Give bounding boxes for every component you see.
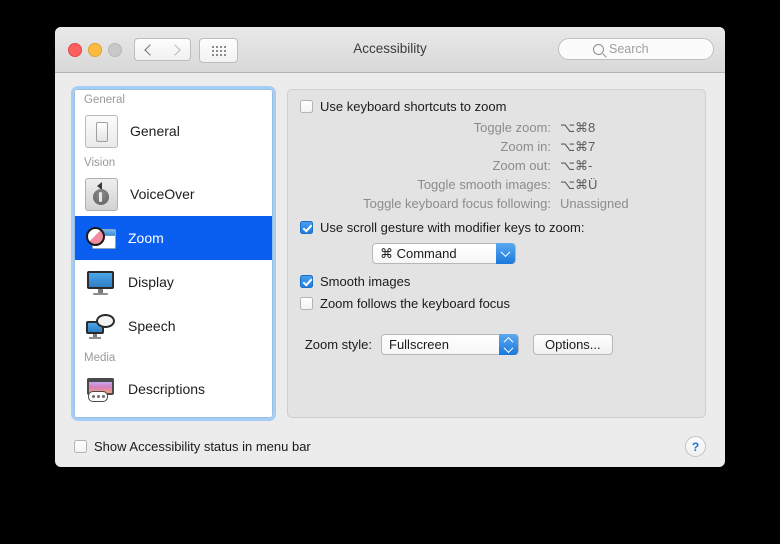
sidebar-item-descriptions[interactable]: Descriptions xyxy=(75,367,272,411)
sidebar-item-captions[interactable]: Captions xyxy=(75,411,272,419)
shortcut-row: Toggle zoom: ⌥⌘8 xyxy=(288,120,705,139)
zoom-magnifier-icon xyxy=(85,223,116,254)
zoom-follows-focus-checkbox[interactable] xyxy=(300,297,313,310)
captions-icon xyxy=(85,418,116,419)
shortcut-row: Zoom out: ⌥⌘- xyxy=(288,158,705,177)
sidebar-item-display[interactable]: Display xyxy=(75,260,272,304)
shortcuts-table: Toggle zoom: ⌥⌘8 Zoom in: ⌥⌘7 Zoom out: … xyxy=(288,120,705,215)
chevron-down-icon[interactable] xyxy=(496,243,515,264)
zoom-follows-focus-row[interactable]: Zoom follows the keyboard focus xyxy=(300,296,510,311)
preferences-window: Accessibility Search General General Vis… xyxy=(55,27,725,467)
shortcut-key: ⌥⌘7 xyxy=(560,139,596,154)
use-keyboard-shortcuts-label: Use keyboard shortcuts to zoom xyxy=(320,99,507,114)
chevron-up-down-icon[interactable] xyxy=(499,334,518,355)
shortcut-label: Zoom in: xyxy=(500,139,551,154)
help-button[interactable]: ? xyxy=(685,436,706,457)
scroll-gesture-checkbox[interactable] xyxy=(300,221,313,234)
descriptions-icon xyxy=(85,374,116,405)
use-keyboard-shortcuts-row[interactable]: Use keyboard shortcuts to zoom xyxy=(300,99,506,114)
show-status-checkbox[interactable] xyxy=(74,440,87,453)
zoom-settings-pane: Use keyboard shortcuts to zoom Toggle zo… xyxy=(287,89,706,418)
display-monitor-icon xyxy=(85,267,116,298)
search-input[interactable]: Search xyxy=(558,38,714,60)
shortcut-key: Unassigned xyxy=(560,196,629,211)
sidebar-item-label: General xyxy=(130,123,180,139)
sidebar[interactable]: General General Vision VoiceOver Zoom Di… xyxy=(74,89,273,418)
speech-bubble-icon xyxy=(85,311,116,342)
modifier-key-dropdown[interactable]: ⌘ Command xyxy=(372,243,516,264)
shortcut-key: ⌥⌘Ü xyxy=(560,177,598,192)
show-status-row[interactable]: Show Accessibility status in menu bar xyxy=(74,439,311,454)
sidebar-group-general: General xyxy=(84,94,125,106)
smooth-images-checkbox[interactable] xyxy=(300,275,313,288)
sidebar-item-label: Zoom xyxy=(128,230,164,246)
shortcut-row: Toggle smooth images: ⌥⌘Ü xyxy=(288,177,705,196)
shortcut-row: Zoom in: ⌥⌘7 xyxy=(288,139,705,158)
sidebar-focus-ring: General General Vision VoiceOver Zoom Di… xyxy=(74,89,273,418)
sidebar-item-speech[interactable]: Speech xyxy=(75,304,272,348)
sidebar-item-general[interactable]: General xyxy=(75,109,272,153)
zoom-style-value: Fullscreen xyxy=(389,337,449,352)
sidebar-item-label: Descriptions xyxy=(128,381,206,397)
sidebar-item-voiceover[interactable]: VoiceOver xyxy=(75,172,272,216)
shortcut-label: Zoom out: xyxy=(492,158,551,173)
zoom-follows-focus-label: Zoom follows the keyboard focus xyxy=(320,296,511,311)
shortcut-label: Toggle smooth images: xyxy=(417,177,551,192)
sidebar-item-label: VoiceOver xyxy=(130,186,195,202)
zoom-style-row: Zoom style: Fullscreen Options... xyxy=(288,334,613,355)
scroll-gesture-label: Use scroll gesture with modifier keys to… xyxy=(320,220,585,235)
modifier-key-value: ⌘ Command xyxy=(380,245,457,261)
scroll-gesture-row[interactable]: Use scroll gesture with modifier keys to… xyxy=(300,220,584,235)
show-status-label: Show Accessibility status in menu bar xyxy=(94,439,311,454)
window-body: General General Vision VoiceOver Zoom Di… xyxy=(55,73,725,467)
voiceover-icon xyxy=(85,177,118,211)
sidebar-item-label: Speech xyxy=(128,318,176,334)
options-button[interactable]: Options... xyxy=(533,334,613,355)
smooth-images-row[interactable]: Smooth images xyxy=(300,274,410,289)
shortcut-key: ⌥⌘- xyxy=(560,158,593,173)
smooth-images-label: Smooth images xyxy=(320,274,411,289)
shortcut-row: Toggle keyboard focus following: Unassig… xyxy=(288,196,705,215)
sidebar-group-vision: Vision xyxy=(84,157,116,169)
sidebar-item-zoom[interactable]: Zoom xyxy=(75,216,272,260)
search-placeholder: Search xyxy=(609,42,649,56)
shortcut-key: ⌥⌘8 xyxy=(560,120,596,135)
use-keyboard-shortcuts-checkbox[interactable] xyxy=(300,100,313,113)
general-switch-icon xyxy=(85,114,118,148)
search-icon xyxy=(593,43,604,55)
zoom-style-label: Zoom style: xyxy=(304,337,372,352)
sidebar-item-label: Display xyxy=(128,274,174,290)
window-bottom-bar: Show Accessibility status in menu bar ? xyxy=(55,434,725,467)
shortcut-label: Toggle keyboard focus following: xyxy=(363,196,551,211)
zoom-style-dropdown[interactable]: Fullscreen xyxy=(381,334,519,355)
window-titlebar: Accessibility Search xyxy=(55,27,725,73)
sidebar-group-media: Media xyxy=(84,352,116,364)
shortcut-label: Toggle zoom: xyxy=(473,120,551,135)
